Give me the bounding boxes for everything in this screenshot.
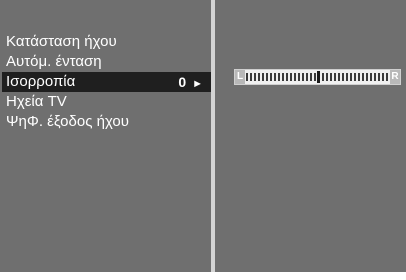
menu-item-sound-mode[interactable]: Κατάσταση ήχου [2,32,211,52]
menu-item-label: Αυτόμ. ένταση [6,53,102,70]
balance-panel [215,0,406,272]
menu-item-digital-audio-out[interactable]: ΨηΦ. έξοδος ήχου [2,112,211,132]
menu-item-auto-volume[interactable]: Αυτόμ. ένταση [2,52,211,72]
menu-item-label: Κατάσταση ήχου [6,33,117,50]
audio-menu-list: Κατάσταση ήχου Αυτόμ. ένταση Ισορροπία 0… [2,32,211,132]
audio-menu-panel: Κατάσταση ήχου Αυτόμ. ένταση Ισορροπία 0… [0,0,211,272]
menu-item-label: ΨηΦ. έξοδος ήχου [6,113,129,130]
balance-slider[interactable]: L R [234,69,401,85]
menu-item-balance[interactable]: Ισορροπία 0 ► [2,72,211,92]
menu-item-label: Ηχεία TV [6,93,67,110]
balance-slider-handle[interactable] [316,71,320,83]
balance-right-label: R [390,70,400,84]
menu-item-tv-speakers[interactable]: Ηχεία TV [2,92,211,112]
balance-value: 0 ► [178,74,203,90]
tv-osd-screen: Κατάσταση ήχου Αυτόμ. ένταση Ισορροπία 0… [0,0,406,272]
balance-left-label: L [235,70,245,84]
menu-item-label: Ισορροπία [6,73,76,90]
right-arrow-icon: ► [192,78,203,90]
